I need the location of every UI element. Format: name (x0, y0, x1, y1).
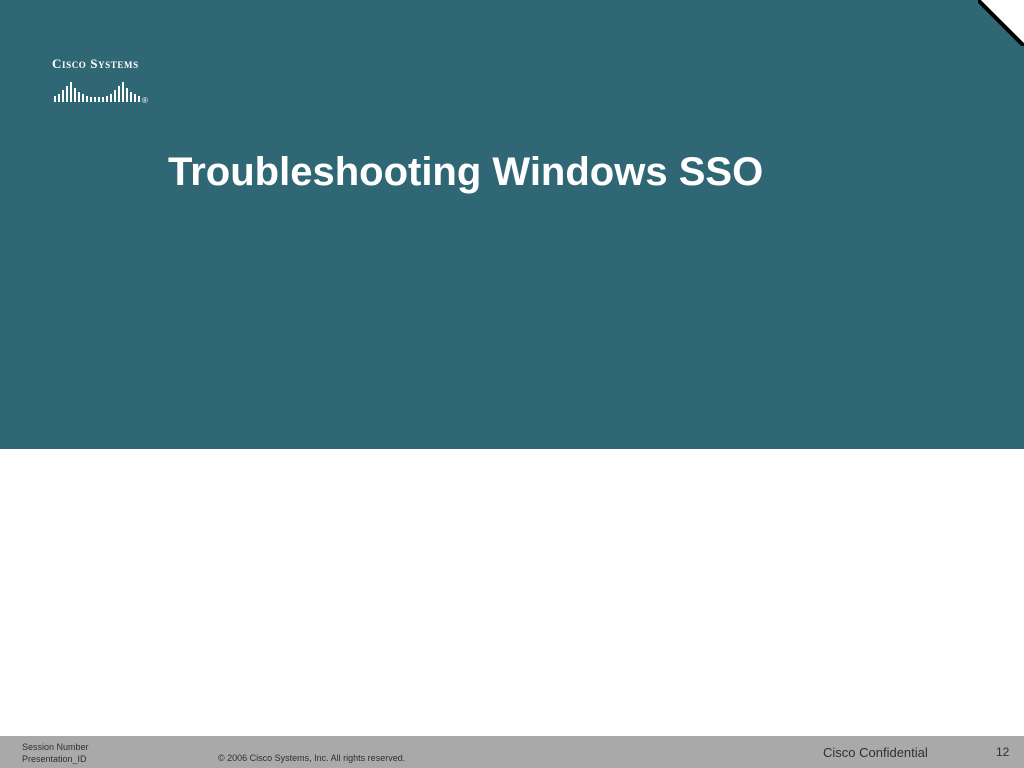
page-corner-fold-icon (978, 0, 1024, 46)
page-number: 12 (996, 745, 1010, 759)
slide-title: Troubleshooting Windows SSO (168, 150, 764, 194)
footer-session-info: Session Number Presentation_ID (22, 741, 89, 765)
slide: Cisco Systems ® Troubleshooting Windows … (0, 0, 1024, 768)
footer-bar: Session Number Presentation_ID © 2006 Ci… (0, 736, 1024, 768)
copyright-notice: © 2006 Cisco Systems, Inc. All rights re… (218, 753, 406, 763)
title-banner: Cisco Systems ® Troubleshooting Windows … (0, 0, 1024, 449)
cisco-logo: Cisco Systems ® (52, 56, 162, 108)
registered-mark: ® (142, 96, 148, 105)
logo-brand-text: Cisco Systems (52, 56, 139, 71)
presentation-id: Presentation_ID (22, 754, 87, 764)
session-number: Session Number (22, 742, 89, 752)
confidential-label: Cisco Confidential (823, 745, 928, 760)
cisco-bridge-logo-icon (54, 82, 140, 102)
